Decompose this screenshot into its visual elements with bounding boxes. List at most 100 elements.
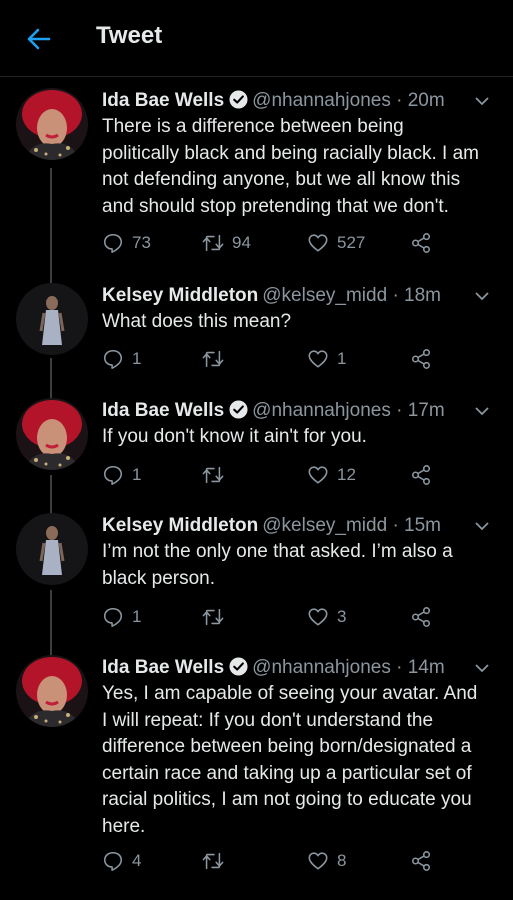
retweet-icon	[202, 350, 224, 368]
retweet-count: 94	[232, 233, 251, 252]
thread-line	[50, 168, 52, 283]
tweet-time: · 14m	[396, 657, 445, 678]
share-button[interactable]	[410, 462, 440, 488]
back-arrow-icon[interactable]	[24, 24, 54, 54]
retweet-button[interactable]	[202, 604, 232, 630]
retweet-icon	[202, 608, 224, 626]
retweet-button[interactable]	[202, 346, 232, 372]
avatar[interactable]	[16, 283, 88, 355]
reply-count: 1	[132, 607, 142, 626]
share-button[interactable]	[410, 848, 440, 874]
chevron-down-icon[interactable]	[471, 285, 493, 307]
tweet-time: · 18m	[392, 285, 442, 306]
tweet-header: Ida Bae Wells @nhannahjones · 17m	[102, 398, 493, 424]
chevron-down-icon[interactable]	[471, 90, 493, 112]
heart-icon	[308, 608, 328, 626]
share-icon	[411, 607, 431, 627]
like-count: 1	[337, 349, 347, 368]
avatar[interactable]	[16, 655, 88, 727]
like-count: 3	[337, 607, 347, 626]
like-button[interactable]: 527	[307, 230, 365, 256]
author-name[interactable]: Ida Bae Wells	[102, 90, 224, 111]
like-button[interactable]: 8	[307, 848, 346, 874]
thread-line	[50, 475, 52, 515]
reply-count: 1	[132, 349, 142, 368]
chevron-down-icon[interactable]	[471, 657, 493, 679]
verified-badge-icon	[229, 657, 248, 676]
tweet-text: Yes, I am capable of seeing your avatar.…	[102, 683, 478, 837]
reply-icon	[103, 851, 123, 871]
tweet-actions: 1 12	[102, 462, 442, 488]
tweet-text: What does this mean?	[102, 311, 292, 332]
author-handle[interactable]: @kelsey_midd	[262, 285, 387, 306]
share-button[interactable]	[410, 604, 440, 630]
share-icon	[411, 233, 431, 253]
share-button[interactable]	[410, 346, 440, 372]
tweet-actions: 73 94 527	[102, 230, 442, 256]
tweet-header: Ida Bae Wells @nhannahjones · 20m	[102, 88, 493, 114]
reply-count: 1	[132, 465, 142, 484]
heart-icon	[308, 852, 328, 870]
top-bar: Tweet	[0, 0, 513, 77]
reply-icon	[103, 465, 123, 485]
reply-icon	[103, 233, 123, 253]
heart-icon	[308, 466, 328, 484]
tweet-time: · 17m	[396, 400, 445, 421]
like-button[interactable]: 1	[307, 346, 346, 372]
tweet-actions: 4 8	[102, 848, 442, 874]
tweet-time: · 20m	[396, 90, 445, 111]
author-handle[interactable]: @kelsey_midd	[262, 515, 387, 536]
reply-button[interactable]: 1	[102, 462, 141, 488]
reply-count: 4	[132, 851, 142, 870]
reply-icon	[103, 349, 123, 369]
reply-button[interactable]: 73	[102, 230, 151, 256]
like-count: 12	[337, 465, 356, 484]
retweet-icon	[202, 852, 224, 870]
reply-button[interactable]: 4	[102, 848, 141, 874]
retweet-button[interactable]	[202, 462, 232, 488]
author-handle[interactable]: @nhannahjones	[252, 657, 391, 678]
share-icon	[411, 851, 431, 871]
verified-badge-icon	[229, 90, 248, 109]
author-name[interactable]: Kelsey Middleton	[102, 515, 258, 536]
chevron-down-icon[interactable]	[471, 515, 493, 537]
author-name[interactable]: Ida Bae Wells	[102, 657, 224, 678]
heart-icon	[308, 234, 328, 252]
avatar[interactable]	[16, 513, 88, 585]
avatar[interactable]	[16, 88, 88, 160]
thread-line	[50, 590, 52, 655]
share-button[interactable]	[410, 230, 440, 256]
chevron-down-icon[interactable]	[471, 400, 493, 422]
heart-icon	[308, 350, 328, 368]
like-count: 8	[337, 851, 347, 870]
page-title: Tweet	[96, 22, 163, 49]
retweet-icon	[202, 466, 224, 484]
tweet-text: I’m not the only one that asked. I’m als…	[102, 541, 453, 589]
like-button[interactable]: 12	[307, 462, 356, 488]
reply-button[interactable]: 1	[102, 346, 141, 372]
author-handle[interactable]: @nhannahjones	[252, 90, 391, 111]
reply-count: 73	[132, 233, 151, 252]
tweet-header: Kelsey Middleton @kelsey_midd · 18m	[102, 283, 493, 309]
tweet-actions: 1 1	[102, 346, 442, 372]
retweet-button[interactable]	[202, 848, 232, 874]
tweet-time: · 15m	[392, 515, 442, 536]
retweet-icon	[202, 234, 224, 252]
tweet-header: Ida Bae Wells @nhannahjones · 14m	[102, 655, 493, 681]
tweet-actions: 1 3	[102, 604, 442, 630]
reply-icon	[103, 607, 123, 627]
thread-line	[50, 358, 52, 398]
verified-badge-icon	[229, 400, 248, 419]
tweet-text: There is a difference between being poli…	[102, 116, 480, 217]
author-handle[interactable]: @nhannahjones	[252, 400, 391, 421]
author-name[interactable]: Kelsey Middleton	[102, 285, 258, 306]
like-button[interactable]: 3	[307, 604, 346, 630]
like-count: 527	[337, 233, 366, 252]
reply-button[interactable]: 1	[102, 604, 141, 630]
tweet-header: Kelsey Middleton @kelsey_midd · 15m	[102, 513, 493, 539]
retweet-button[interactable]: 94	[202, 230, 251, 256]
share-icon	[411, 465, 431, 485]
avatar[interactable]	[16, 398, 88, 470]
share-icon	[411, 349, 431, 369]
author-name[interactable]: Ida Bae Wells	[102, 400, 224, 421]
